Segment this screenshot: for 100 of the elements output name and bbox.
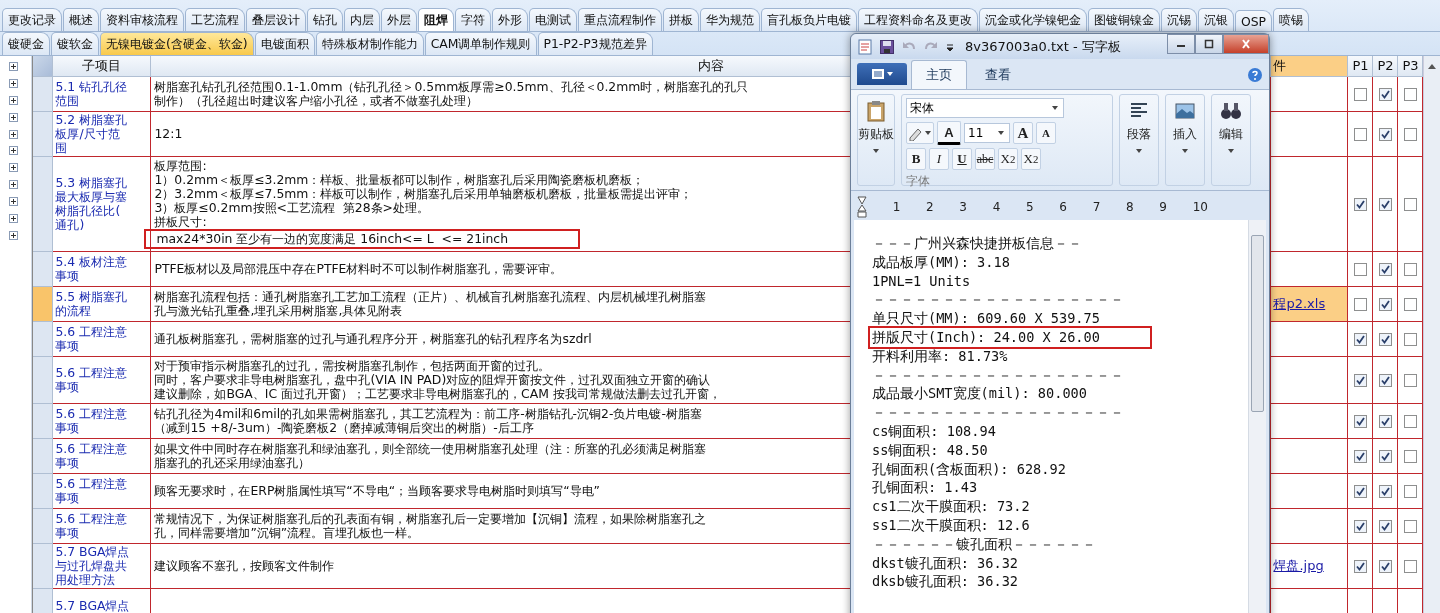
highlighter-button[interactable]: [906, 122, 934, 144]
checkbox[interactable]: [1403, 332, 1417, 346]
sheet-tab[interactable]: 字符: [455, 8, 491, 31]
sheet-tab[interactable]: 外层: [381, 8, 417, 31]
sheet-tab[interactable]: 拼板: [663, 8, 699, 31]
sheet-tab[interactable]: 外形: [492, 8, 528, 31]
expand-icon[interactable]: [9, 230, 18, 240]
checkbox[interactable]: [1378, 87, 1392, 101]
sheet-tab[interactable]: P1-P2-P3规范差异: [537, 32, 653, 55]
sheet-tab[interactable]: 概述: [63, 8, 99, 31]
sheet-tab[interactable]: 沉金或化学镍钯金: [979, 8, 1087, 31]
sheet-tab[interactable]: 沉银: [1198, 8, 1234, 31]
checkbox[interactable]: [1353, 297, 1367, 311]
column-header[interactable]: P1: [1348, 56, 1374, 77]
sheet-tab[interactable]: 华为规范: [700, 8, 760, 31]
checkbox[interactable]: [1403, 449, 1417, 463]
maximize-button[interactable]: [1195, 34, 1223, 54]
checkbox[interactable]: [1403, 197, 1417, 211]
checkbox[interactable]: [1378, 262, 1392, 276]
sheet-tab[interactable]: 电镀面积: [254, 32, 315, 55]
sheet-tab[interactable]: 电测试: [529, 8, 577, 31]
checkbox[interactable]: [1378, 414, 1392, 428]
expand-icon[interactable]: [9, 146, 18, 156]
scrollbar[interactable]: [1248, 220, 1266, 613]
sheet-tab[interactable]: OSP: [1235, 10, 1273, 31]
checkbox[interactable]: [1353, 373, 1367, 387]
checkbox[interactable]: [1378, 559, 1392, 573]
format-button[interactable]: I: [929, 148, 949, 170]
checkbox[interactable]: [1403, 297, 1417, 311]
expand-icon[interactable]: [9, 62, 18, 71]
checkbox[interactable]: [1403, 373, 1417, 387]
sheet-tab[interactable]: 无镍电镀金(含硬金、软金): [100, 32, 254, 55]
sheet-tab[interactable]: 内层: [344, 8, 380, 31]
checkbox[interactable]: [1403, 87, 1417, 101]
format-button[interactable]: U: [952, 148, 972, 170]
checkbox[interactable]: [1378, 127, 1392, 141]
column-header[interactable]: 件: [1271, 56, 1349, 77]
checkbox[interactable]: [1378, 297, 1392, 311]
sheet-tab[interactable]: 资料审核流程: [100, 8, 184, 31]
paragraph-button[interactable]: 段落: [1119, 94, 1159, 186]
checkbox[interactable]: [1353, 449, 1367, 463]
checkbox[interactable]: [1353, 332, 1367, 346]
font-name-field[interactable]: 宋体: [906, 98, 1064, 118]
paste-button[interactable]: 剪贴板: [857, 94, 895, 186]
sheet-tab[interactable]: 镀软金: [51, 32, 99, 55]
checkbox[interactable]: [1353, 127, 1367, 141]
sheet-tab[interactable]: 叠层设计: [246, 8, 306, 31]
sheet-tab[interactable]: 盲孔板负片电镀: [761, 8, 857, 31]
sheet-tab[interactable]: 重点流程制作: [578, 8, 662, 31]
column-header[interactable]: P2: [1373, 56, 1399, 77]
format-button[interactable]: B: [906, 148, 926, 170]
sheet-tab[interactable]: 图镀铜镍金: [1088, 8, 1160, 31]
expand-icon[interactable]: [9, 129, 18, 139]
sheet-tab[interactable]: 特殊板材制作能力: [315, 32, 424, 55]
expand-icon[interactable]: [9, 197, 18, 207]
sheet-tab[interactable]: 镀硬金: [2, 32, 50, 55]
sheet-tab[interactable]: 钻孔: [307, 8, 343, 31]
checkbox[interactable]: [1353, 484, 1367, 498]
expand-icon[interactable]: [9, 112, 18, 122]
indent-marker-icon[interactable]: [857, 196, 867, 218]
font-color-button[interactable]: A: [937, 121, 961, 145]
checkbox[interactable]: [1378, 449, 1392, 463]
checkbox[interactable]: [1353, 197, 1367, 211]
file-menu-button[interactable]: [857, 63, 907, 85]
sheet-tab[interactable]: 阻焊: [418, 8, 454, 31]
format-button[interactable]: abc: [975, 148, 995, 170]
checkbox[interactable]: [1403, 262, 1417, 276]
sheet-tab[interactable]: CAM调单制作规则: [424, 32, 537, 55]
sheet-tab[interactable]: 工艺流程: [185, 8, 245, 31]
expand-icon[interactable]: [9, 95, 18, 105]
expand-icon[interactable]: [9, 163, 18, 173]
edit-button[interactable]: 编辑: [1211, 94, 1251, 186]
checkbox[interactable]: [1403, 519, 1417, 533]
column-header[interactable]: 子项目: [53, 56, 152, 77]
expand-icon[interactable]: [9, 78, 18, 88]
minimize-button[interactable]: [1167, 34, 1195, 54]
help-icon[interactable]: [1247, 67, 1263, 83]
checkbox[interactable]: [1378, 519, 1392, 533]
insert-button[interactable]: 插入: [1165, 94, 1205, 186]
save-icon[interactable]: [879, 38, 895, 55]
sheet-tab[interactable]: 喷锡: [1273, 8, 1310, 31]
checkbox[interactable]: [1353, 559, 1367, 573]
checkbox[interactable]: [1403, 559, 1417, 573]
checkbox[interactable]: [1353, 519, 1367, 533]
column-header[interactable]: P3: [1398, 56, 1424, 77]
expand-icon[interactable]: [9, 214, 18, 223]
close-button[interactable]: [1223, 34, 1269, 54]
checkbox[interactable]: [1378, 373, 1392, 387]
attachment-link[interactable]: 焊盘.jpg: [1273, 559, 1348, 573]
sheet-tab[interactable]: 沉锡: [1161, 8, 1197, 31]
checkbox[interactable]: [1378, 484, 1392, 498]
sheet-tab[interactable]: 更改记录: [2, 8, 62, 31]
checkbox[interactable]: [1378, 332, 1392, 346]
expand-icon[interactable]: [9, 180, 18, 190]
checkbox[interactable]: [1378, 197, 1392, 211]
checkbox[interactable]: [1353, 262, 1367, 276]
checkbox[interactable]: [1353, 414, 1367, 428]
attachment-link[interactable]: 程p2.xls: [1273, 297, 1348, 311]
font-size-field[interactable]: 11: [964, 123, 1010, 143]
checkbox[interactable]: [1403, 484, 1417, 498]
